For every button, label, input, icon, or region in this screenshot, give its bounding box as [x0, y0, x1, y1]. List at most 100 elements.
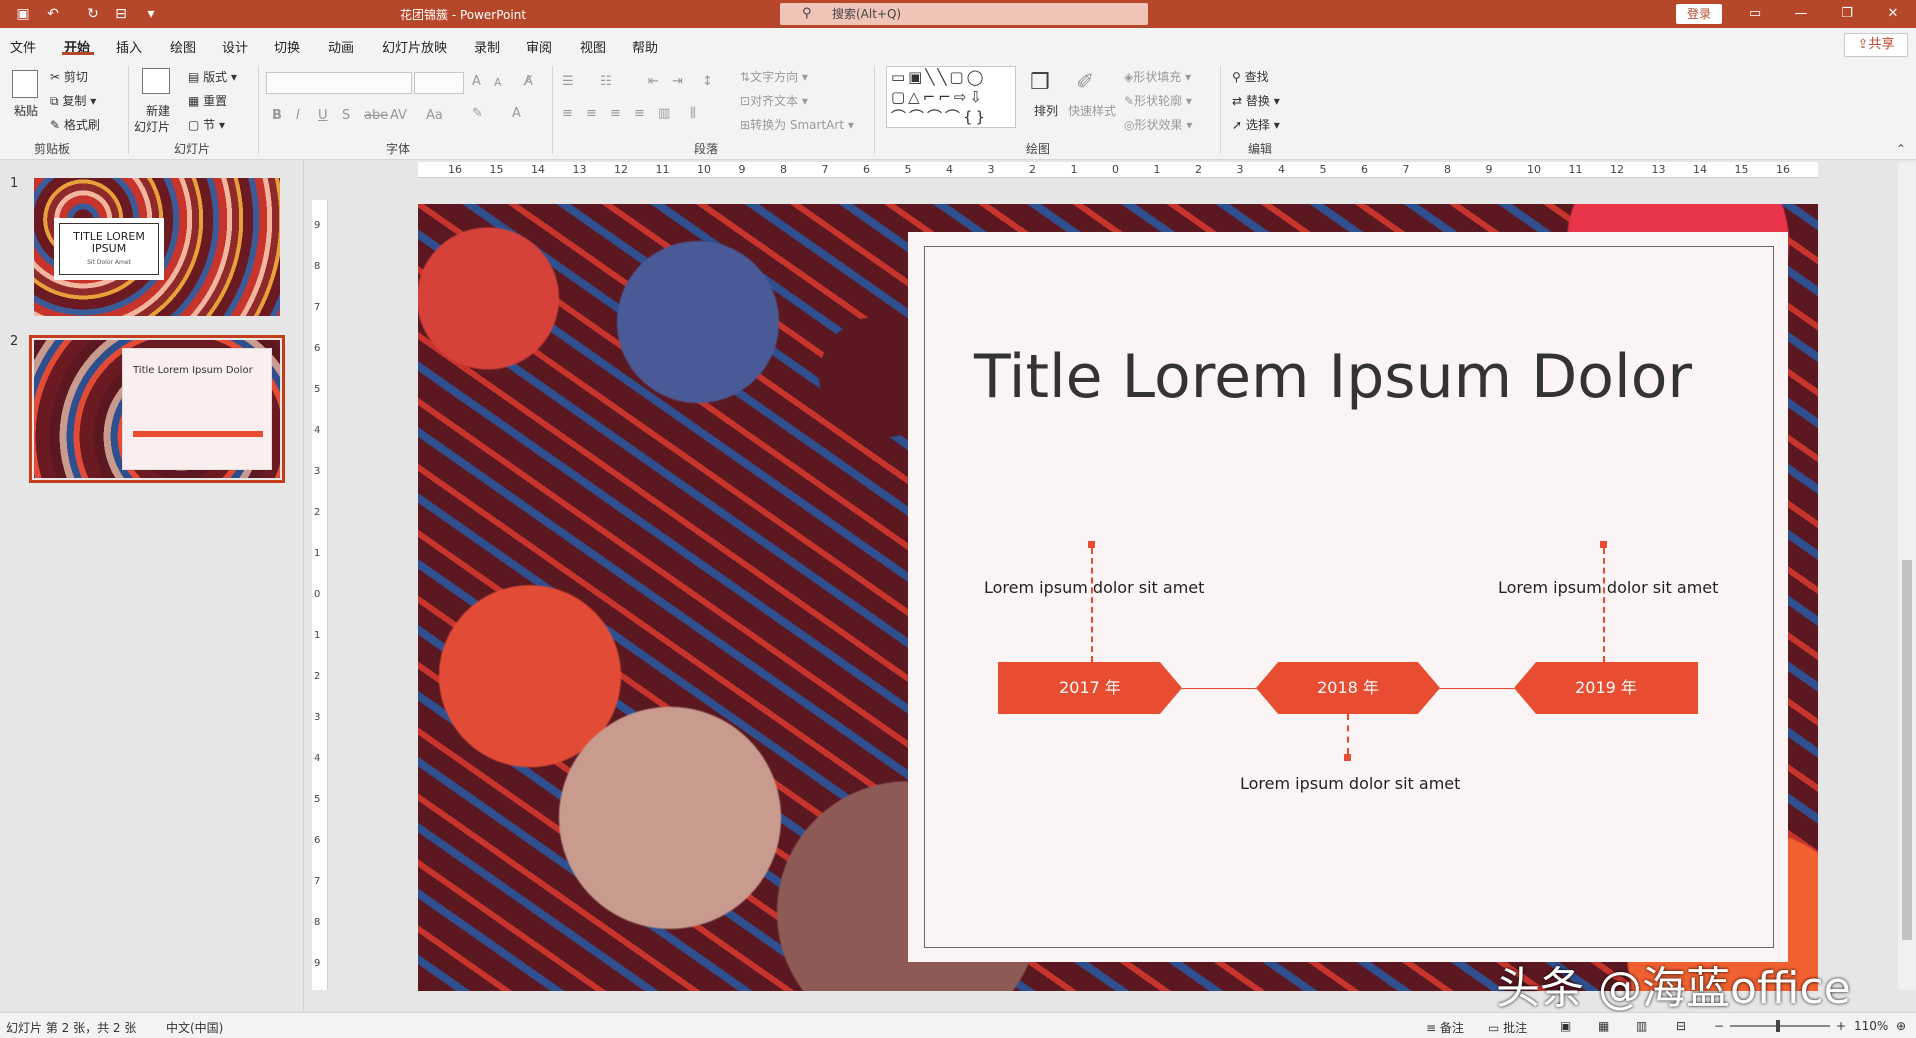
font-size-select[interactable]	[414, 72, 464, 94]
align-right-icon[interactable]: ≡	[610, 106, 621, 121]
ribbon-display-icon[interactable]: ▭	[1744, 4, 1766, 24]
slideshow-icon[interactable]: ⊟	[1676, 1019, 1686, 1033]
replace-button[interactable]: ⇄ 替换 ▾	[1232, 92, 1280, 109]
shape-fill-button[interactable]: ◈形状填充 ▾	[1124, 68, 1191, 85]
columns-icon[interactable]: ⫼	[690, 106, 696, 121]
format-painter-button[interactable]: ✎ 格式刷	[50, 116, 100, 133]
underline-button[interactable]: U	[318, 108, 328, 123]
new-slide-label2[interactable]: 幻灯片	[134, 118, 170, 135]
minimize-icon[interactable]: —	[1790, 4, 1812, 24]
ruler-tick-label: 15	[1734, 163, 1749, 176]
paste-button[interactable]: 粘贴	[14, 102, 38, 119]
select-button[interactable]: ➚ 选择 ▾	[1232, 116, 1280, 133]
tab-record[interactable]: 录制	[474, 37, 500, 56]
save-icon[interactable]: ▣	[14, 5, 32, 23]
redo-icon[interactable]: ↻	[84, 5, 102, 23]
tab-help[interactable]: 帮助	[632, 37, 658, 56]
align-left-icon[interactable]: ≡	[562, 106, 573, 121]
tab-design[interactable]: 设计	[222, 37, 248, 56]
vertical-scrollbar[interactable]	[1898, 162, 1916, 990]
tab-insert[interactable]: 插入	[116, 37, 142, 56]
tab-draw[interactable]: 绘图	[170, 37, 196, 56]
notes-button[interactable]: ≡ 备注	[1426, 1019, 1464, 1036]
timeline-node-2019[interactable]: 2019 年	[1514, 662, 1698, 714]
text-direction-button[interactable]: ⇅文字方向 ▾	[740, 68, 808, 85]
highlight-icon[interactable]: ✎	[472, 106, 483, 121]
shape-effects-button[interactable]: ◎形状效果 ▾	[1124, 116, 1192, 133]
new-slide-icon[interactable]	[142, 68, 173, 94]
comments-button[interactable]: ▭ 批注	[1488, 1019, 1527, 1036]
shadow-button[interactable]: S	[342, 108, 350, 123]
increase-indent-icon[interactable]: ⇥	[672, 74, 683, 89]
slide-thumbnail-2[interactable]: Title Lorem Ipsum Dolor	[29, 335, 285, 483]
reset-button[interactable]: ▦ 重置	[188, 92, 227, 109]
line-spacing-icon[interactable]: ↕	[702, 74, 713, 89]
zoom-level[interactable]: 110%	[1854, 1019, 1888, 1033]
justify-icon[interactable]: ≡	[634, 106, 645, 121]
decrease-font-button[interactable]: A	[494, 76, 502, 89]
distributed-icon[interactable]: ▥	[658, 106, 670, 121]
zoom-slider-handle[interactable]	[1776, 1020, 1780, 1032]
caption-left[interactable]: Lorem ipsum dolor sit amet	[984, 578, 1204, 597]
timeline-node-2018[interactable]: 2018 年	[1256, 662, 1440, 714]
normal-view-icon[interactable]: ▣	[1560, 1019, 1571, 1033]
quick-styles-icon[interactable]: ✐	[1076, 70, 1094, 95]
align-center-icon[interactable]: ≡	[586, 106, 597, 121]
bold-button[interactable]: B	[272, 108, 282, 123]
font-family-select[interactable]	[266, 72, 412, 94]
present-icon[interactable]: ⊟	[112, 5, 130, 23]
zoom-out-icon[interactable]: −	[1714, 1019, 1724, 1033]
tab-file[interactable]: 文件	[10, 37, 36, 56]
fit-slide-icon[interactable]: ⊕	[1896, 1019, 1906, 1033]
timeline-node-2017[interactable]: 2017 年	[998, 662, 1182, 714]
reading-view-icon[interactable]: ▥	[1636, 1019, 1647, 1033]
slide-title[interactable]: Title Lorem Ipsum Dolor	[974, 342, 1692, 412]
arrange-icon[interactable]: ❒	[1030, 70, 1050, 95]
slide-sorter-icon[interactable]: ▦	[1598, 1019, 1609, 1033]
numbering-icon[interactable]: ☷	[600, 74, 612, 89]
smartart-button[interactable]: ⊞转换为 SmartArt ▾	[740, 116, 854, 133]
caption-right[interactable]: Lorem ipsum dolor sit amet	[1498, 578, 1718, 597]
decrease-indent-icon[interactable]: ⇤	[648, 74, 659, 89]
caption-bottom[interactable]: Lorem ipsum dolor sit amet	[1240, 774, 1460, 793]
undo-icon[interactable]: ↶	[44, 5, 62, 23]
clear-format-icon[interactable]: A̸	[524, 74, 533, 89]
maximize-icon[interactable]: ❐	[1836, 4, 1858, 24]
tab-view[interactable]: 视图	[580, 37, 606, 56]
shape-outline-button[interactable]: ✎形状轮廓 ▾	[1124, 92, 1192, 109]
tab-review[interactable]: 审阅	[526, 37, 552, 56]
scrollbar-thumb[interactable]	[1902, 560, 1912, 940]
strikethrough-button[interactable]: abe	[364, 108, 388, 123]
char-spacing-button[interactable]: AV	[390, 108, 407, 123]
layout-button[interactable]: ▤ 版式 ▾	[188, 68, 237, 85]
language-indicator[interactable]: 中文(中国)	[166, 1019, 223, 1036]
cut-button[interactable]: ✂ 剪切	[50, 68, 88, 85]
shapes-gallery[interactable]: ▭▣╲╲▢◯ ▢△⌐⌐⇨⇩ ⌒⌒⌒⌒{}	[886, 66, 1016, 128]
share-button[interactable]: ⇪共享	[1844, 33, 1908, 57]
increase-font-button[interactable]: A	[472, 74, 481, 89]
change-case-button[interactable]: Aa	[426, 108, 443, 123]
copy-button[interactable]: ⧉ 复制 ▾	[50, 92, 96, 109]
tab-transitions[interactable]: 切换	[274, 37, 300, 56]
paste-icon[interactable]	[12, 70, 41, 98]
login-button[interactable]: 登录	[1676, 4, 1722, 24]
quick-styles-button[interactable]: 快速样式	[1068, 102, 1116, 119]
section-button[interactable]: ▢ 节 ▾	[188, 116, 225, 133]
align-text-button[interactable]: ⊡对齐文本 ▾	[740, 92, 808, 109]
slide-thumbnail-1[interactable]: TITLE LOREM IPSUM Sit Dolor Amet	[34, 178, 280, 316]
slide-canvas[interactable]: Title Lorem Ipsum Dolor 2017 年 2018 年 20…	[418, 204, 1818, 991]
arrange-button[interactable]: 排列	[1034, 102, 1058, 119]
italic-button[interactable]: I	[296, 108, 300, 123]
search-box[interactable]: ⚲ 搜索(Alt+Q)	[780, 3, 1148, 25]
customize-qat-icon[interactable]: ▾	[142, 5, 160, 23]
zoom-slider[interactable]	[1730, 1025, 1830, 1027]
font-color-icon[interactable]: A	[512, 106, 521, 121]
tab-animations[interactable]: 动画	[328, 37, 354, 56]
find-button[interactable]: ⚲ 查找	[1232, 68, 1269, 85]
new-slide-button[interactable]: 新建	[146, 102, 170, 119]
collapse-ribbon-icon[interactable]: ⌃	[1896, 142, 1906, 156]
close-icon[interactable]: ✕	[1882, 4, 1904, 24]
tab-slideshow[interactable]: 幻灯片放映	[382, 37, 447, 56]
zoom-in-icon[interactable]: +	[1836, 1019, 1846, 1033]
bullets-icon[interactable]: ☰	[562, 74, 574, 89]
